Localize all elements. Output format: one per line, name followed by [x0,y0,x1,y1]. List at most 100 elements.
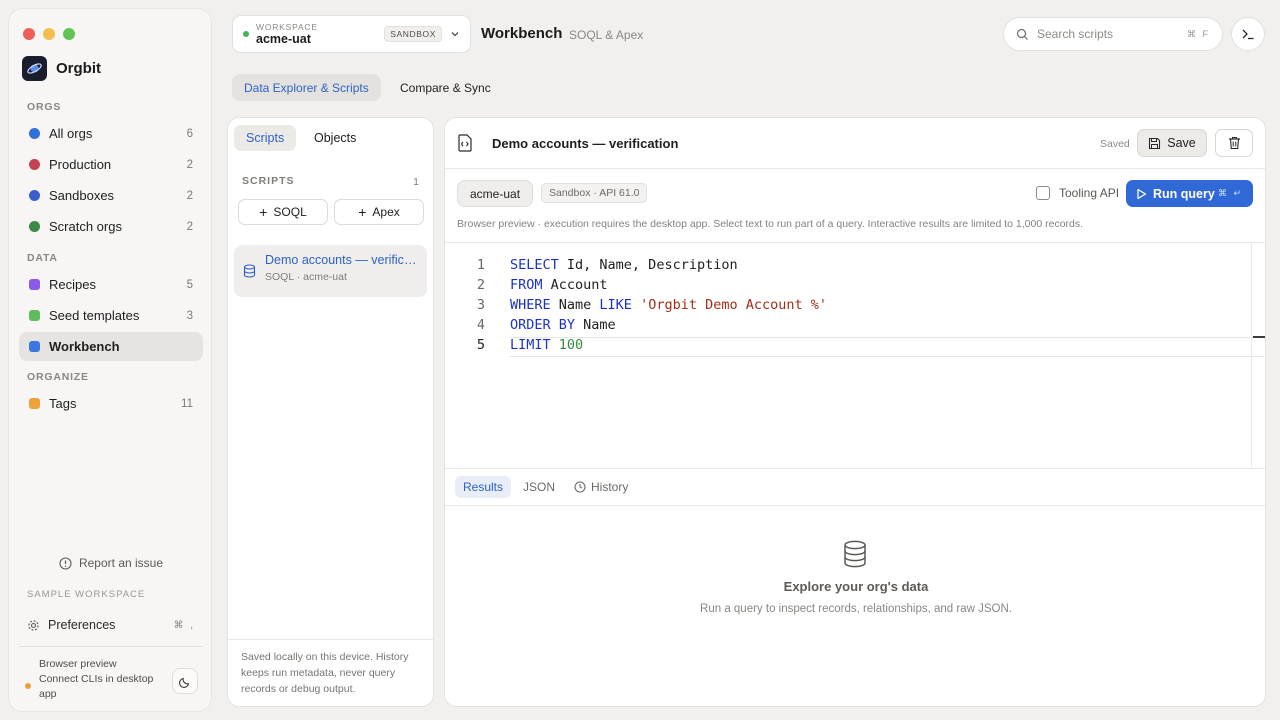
divider [228,639,433,640]
scripts-heading: SCRIPTS [242,175,295,187]
minimize-window-button[interactable] [43,28,55,40]
sidebar-item-sandboxes[interactable]: Sandboxes 2 [19,181,203,210]
browser-preview-text: Connect CLIs in desktop app [39,673,154,700]
tooling-api-checkbox[interactable] [1036,186,1050,200]
sidebar-item-count: 2 [186,189,193,202]
workspace-kicker: WORKSPACE [256,22,318,32]
sidebar-item-label: Production [49,157,112,172]
delete-button[interactable] [1215,129,1253,157]
sidebar-item-label: Recipes [49,277,96,292]
divider [445,468,1265,469]
plus-icon: + [259,204,268,220]
report-issue-label: Report an issue [78,556,164,570]
brand: Orgbit [22,56,101,81]
seed-templates-dot-icon [29,310,40,321]
preferences-shortcut: ⌘ , [173,619,195,631]
tooling-api-toggle[interactable]: Tooling API [1036,186,1119,200]
sidebar-item-label: Workbench [49,339,120,354]
sidebar-item-seed-templates[interactable]: Seed templates 3 [19,301,203,330]
tab-json[interactable]: JSON [515,476,563,498]
tab-history[interactable]: History [566,476,636,498]
brand-name: Orgbit [56,60,101,77]
script-title: Demo accounts — verification [492,136,679,151]
clock-icon [574,481,586,493]
scripts-panel: Scripts Objects SCRIPTS 1 + SOQL + Apex … [227,117,434,707]
search-input[interactable]: Search scripts ⌘ F [1003,17,1223,51]
workspace-switcher[interactable]: WORKSPACE acme-uat SANDBOX [232,15,471,53]
sandboxes-dot-icon [29,190,40,201]
recipes-dot-icon [29,279,40,290]
tab-scripts[interactable]: Scripts [234,125,297,151]
new-soql-button[interactable]: + SOQL [238,199,328,225]
tab-results[interactable]: Results [455,476,512,498]
plus-icon: + [358,204,367,220]
sidebar-item-count: 3 [186,309,193,322]
code-string: 'Orgbit Demo Account %' [631,297,828,313]
divider [445,168,1265,169]
report-issue-link[interactable]: Report an issue [9,556,213,570]
workspace-status-dot-icon [243,31,249,37]
workspace-type-badge: SANDBOX [384,26,442,42]
sidebar-item-scratch-orgs[interactable]: Scratch orgs 2 [19,212,203,241]
code-keyword: ORDER BY [510,317,576,333]
api-version-badge: Sandbox · API 61.0 [541,183,648,203]
tab-objects[interactable]: Objects [302,125,368,151]
sidebar-item-count: 2 [186,158,193,171]
preferences-label: Preferences [48,618,116,632]
new-apex-button[interactable]: + Apex [334,199,424,225]
chevron-down-icon [451,32,459,37]
status-dot-icon [25,683,31,689]
save-label: Save [1167,136,1196,150]
sidebar-item-all-orgs[interactable]: All orgs 6 [19,119,203,148]
gear-icon [28,619,39,631]
sidebar-item-production[interactable]: Production 2 [19,150,203,179]
page-title: Workbench [481,25,563,42]
terminal-button[interactable] [1231,17,1265,51]
saved-status: Saved [1100,138,1130,150]
database-icon [844,540,866,568]
sidebar-item-workbench[interactable]: Workbench [19,332,203,361]
tab-compare-sync[interactable]: Compare & Sync [388,74,503,101]
code-keyword: SELECT [510,257,559,273]
editor-panel: Demo accounts — verification Saved Save … [444,117,1266,707]
sidebar-item-tags[interactable]: Tags 11 [19,389,203,418]
scratch-orgs-dot-icon [29,221,40,232]
tags-dot-icon [29,398,40,409]
empty-state-title: Explore your org's data [783,579,929,594]
line-number: 2 [476,277,485,293]
new-apex-label: Apex [372,205,400,219]
orgbit-logo-icon [22,56,47,81]
zoom-window-button[interactable] [63,28,75,40]
script-list-item[interactable]: Demo accounts — verification SOQL · acme… [234,245,427,297]
workspace-name: acme-uat [256,32,311,46]
code-line: 5 LIMIT 100 [445,337,1251,357]
sidebar: Orgbit ORGS All orgs 6 Production 2 Sand… [8,8,212,712]
preferences-button[interactable]: Preferences ⌘ , [19,613,203,637]
section-orgs-heading: ORGS [27,101,62,113]
code-text: Id, Name, Description [558,257,738,273]
run-query-button[interactable]: Run query ⌘ ↵ [1126,180,1253,207]
save-button[interactable]: Save [1137,129,1207,157]
run-query-shortcut: ⌘ ↵ [1217,188,1243,198]
empty-state-subtitle: Run a query to inspect records, relation… [700,603,1012,615]
org-selector[interactable]: acme-uat [457,180,534,207]
sidebar-item-recipes[interactable]: Recipes 5 [19,270,203,299]
line-number: 3 [476,297,485,313]
floppy-disk-icon [1149,137,1161,149]
section-data-heading: DATA [27,252,58,264]
tab-history-label: History [591,480,629,494]
scripts-footer-note: Saved locally on this device. History ke… [241,651,409,695]
sidebar-item-label: Tags [49,396,77,411]
theme-toggle-button[interactable] [172,668,198,694]
script-name: Demo accounts — verification [265,253,419,267]
search-placeholder: Search scripts [1037,27,1114,41]
terminal-icon [1242,29,1254,40]
editor-scrollbar[interactable] [1251,243,1252,468]
code-editor[interactable]: 1 SELECT Id, Name, Description 2 FROM Ac… [445,243,1265,468]
run-query-label: Run query [1153,186,1215,201]
database-icon [243,264,256,278]
tab-data-explorer[interactable]: Data Explorer & Scripts [232,74,381,101]
close-window-button[interactable] [23,28,35,40]
code-text: Account [542,277,608,293]
code-keyword: LIKE [599,297,632,313]
